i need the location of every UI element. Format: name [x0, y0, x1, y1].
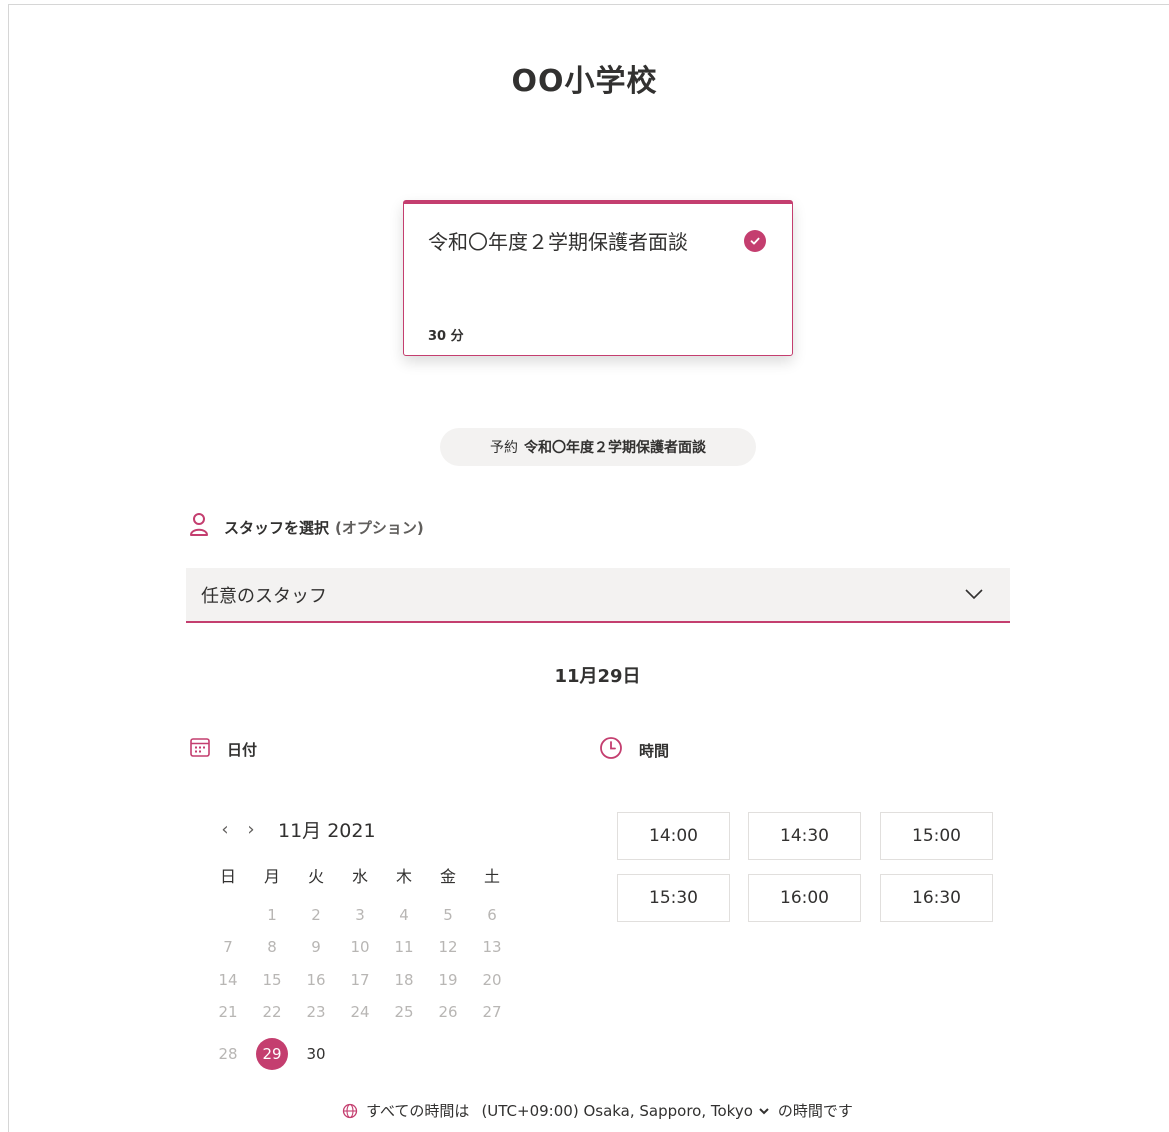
person-icon: [188, 512, 210, 542]
calendar-day: 23: [306, 1003, 326, 1021]
weekday-label: 月: [263, 867, 280, 886]
calendar-day: 20: [482, 971, 502, 989]
service-card[interactable]: 令和〇年度２学期保護者面談 30 分: [403, 200, 793, 356]
calendar-nav: ‹ › 11月 2021: [212, 816, 376, 843]
time-slot-button[interactable]: 15:30: [617, 874, 730, 922]
page-title: OO小学校: [511, 64, 658, 99]
calendar-day[interactable]: 30: [300, 1038, 332, 1070]
staff-dropdown-value: 任意のスタッフ: [201, 585, 327, 607]
timezone-row: すべての時間は (UTC+09:00) Osaka, Sapporo, Toky…: [0, 1100, 1169, 1121]
calendar-day: 22: [262, 1003, 282, 1021]
timezone-prefix: すべての時間は: [366, 1102, 470, 1120]
calendar-day: 9: [311, 938, 321, 956]
date-section-label: 日付: [227, 740, 258, 759]
checkmark-icon: [744, 230, 766, 252]
calendar-day: 2: [311, 906, 321, 924]
calendar-day: 10: [350, 938, 370, 956]
time-slot-button[interactable]: 15:00: [880, 812, 993, 860]
staff-header: スタッフを選択 (オプション): [188, 512, 424, 542]
weekday-label: 金: [439, 867, 456, 886]
chevron-down-icon: [964, 585, 984, 606]
calendar-day: 5: [443, 906, 453, 924]
calendar-day: 11: [394, 938, 414, 956]
previous-month-button[interactable]: ‹: [212, 817, 238, 843]
calendar-day: 13: [482, 938, 502, 956]
date-section-header: 日付: [189, 736, 257, 762]
time-slot-button[interactable]: 16:30: [880, 874, 993, 922]
weekday-label: 土: [483, 867, 500, 886]
booking-service: 令和〇年度２学期保護者面談: [524, 440, 706, 456]
booking-summary: 予約 令和〇年度２学期保護者面談: [440, 428, 756, 466]
calendar-day: 8: [267, 938, 277, 956]
calendar-day: 15: [262, 971, 282, 989]
time-slot-button[interactable]: 14:00: [617, 812, 730, 860]
next-month-button[interactable]: ›: [238, 817, 264, 843]
calendar-day: 17: [350, 971, 370, 989]
calendar-day: 21: [218, 1003, 238, 1021]
calendar-day: 28: [218, 1045, 238, 1063]
calendar-icon: [189, 736, 211, 762]
weekday-label: 木: [395, 867, 412, 886]
calendar-month-label: 11月 2021: [278, 820, 376, 842]
calendar-day: 24: [350, 1003, 370, 1021]
timezone-suffix: の時間です: [777, 1102, 853, 1120]
weekday-label: 水: [351, 867, 368, 886]
staff-optional-label: (オプション): [335, 518, 424, 537]
calendar-day: 19: [438, 971, 458, 989]
staff-dropdown[interactable]: 任意のスタッフ: [186, 568, 1010, 623]
service-duration: 30 分: [428, 329, 464, 344]
selected-date: 11月29日: [554, 666, 641, 687]
staff-label: スタッフを選択: [224, 518, 330, 537]
booking-prefix: 予約: [490, 440, 518, 456]
time-slot-button[interactable]: 16:00: [748, 874, 861, 922]
weekday-label: 日: [219, 867, 236, 886]
calendar-day: 12: [438, 938, 458, 956]
calendar-day: 18: [394, 971, 414, 989]
calendar-day: 1: [267, 906, 277, 924]
calendar-day: 4: [399, 906, 409, 924]
time-slot-button[interactable]: 14:30: [748, 812, 861, 860]
calendar-day: 25: [394, 1003, 414, 1021]
timezone-value: (UTC+09:00) Osaka, Sapporo, Tokyo: [481, 1101, 753, 1120]
time-section-header: 時間: [599, 736, 669, 764]
calendar-day-selected[interactable]: 29: [256, 1038, 288, 1070]
calendar-day: 7: [223, 938, 233, 956]
calendar-day: 6: [487, 906, 497, 924]
calendar-day: 27: [482, 1003, 502, 1021]
globe-icon: [342, 1103, 358, 1119]
chevron-down-icon: [758, 1106, 770, 1116]
timezone-selector[interactable]: (UTC+09:00) Osaka, Sapporo, Tokyo: [475, 1102, 769, 1120]
calendar-day: 26: [438, 1003, 458, 1021]
calendar-day: 16: [306, 971, 326, 989]
service-name: 令和〇年度２学期保護者面談: [428, 230, 688, 254]
calendar-day: 3: [355, 906, 365, 924]
weekday-label: 火: [307, 867, 324, 886]
calendar-day: 14: [218, 971, 238, 989]
clock-icon: [599, 736, 623, 764]
time-section-label: 時間: [639, 741, 670, 760]
